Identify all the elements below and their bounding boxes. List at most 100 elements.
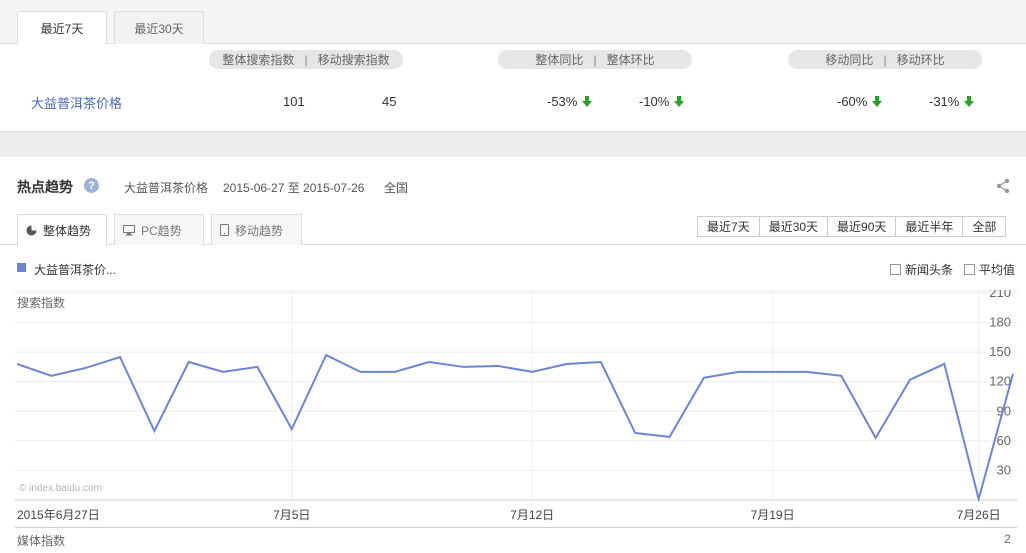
search-index-value: 101 [283,94,305,109]
media-index-label: 媒体指数 [17,534,66,548]
data-point[interactable] [289,426,295,432]
overall-yoy-value: -53% [547,94,593,109]
down-arrow-icon [582,96,593,108]
data-point[interactable] [151,428,157,434]
x-tick-label: 7月26日 [957,508,1001,522]
overall-change-header: 整体同比 | 整体环比 [498,50,692,69]
x-tick-label: 7月5日 [273,508,310,522]
data-point[interactable] [941,361,947,367]
data-point[interactable] [838,373,844,379]
data-point[interactable] [357,369,363,375]
y-tick-label: 120 [989,374,1011,389]
legend-label[interactable]: 大益普洱茶价... [34,261,116,278]
tab-mobile-trend[interactable]: 移动趋势 [211,214,302,245]
y-tick-label: 210 [989,290,1011,300]
x-tick-label: 7月19日 [751,508,795,522]
data-point[interactable] [873,435,879,441]
y-tick-label: 150 [989,344,1011,359]
time-range-group: 最近7天 最近30天 最近90天 最近半年 全部 [697,216,1007,237]
y-tick-label: 60 [997,433,1011,448]
data-point[interactable] [701,375,707,381]
header-separator: | [593,52,597,67]
data-point[interactable] [1010,371,1016,377]
data-point[interactable] [117,354,123,360]
data-point[interactable] [529,369,535,375]
watermark: © index.baidu.com [19,483,102,494]
help-icon[interactable]: ? [84,178,99,193]
data-point[interactable] [598,359,604,365]
data-point[interactable] [426,359,432,365]
range-last-30-days[interactable]: 最近30天 [758,217,827,236]
data-point[interactable] [564,361,570,367]
range-last-90-days[interactable]: 最近90天 [827,217,895,236]
checkbox-box[interactable] [964,264,975,275]
down-arrow-icon [964,96,975,108]
data-point[interactable] [907,377,913,383]
data-point[interactable] [48,373,54,379]
data-point[interactable] [735,369,741,375]
checkbox-box[interactable] [890,264,901,275]
data-point[interactable] [460,364,466,370]
data-point[interactable] [392,369,398,375]
tab-last-7-days[interactable]: 最近7天 [17,11,107,45]
data-point[interactable] [323,352,329,358]
data-point[interactable] [976,496,982,502]
data-point[interactable] [220,369,226,375]
phone-icon [220,224,229,236]
header-overall-mom: 整体环比 [606,53,655,67]
keyword-link[interactable]: 大益普洱茶价格 [31,93,122,112]
data-point[interactable] [254,364,260,370]
data-point[interactable] [186,359,192,365]
data-point[interactable] [83,365,89,371]
x-tick-label: 7月12日 [510,508,554,522]
data-point[interactable] [495,363,501,369]
series-line[interactable] [16,353,1014,503]
trend-title: 热点趋势 [17,179,73,195]
tab-mobile-trend-label: 移动趋势 [235,223,284,238]
data-point[interactable] [632,430,638,436]
mobile-change-header: 移动同比 | 移动环比 [788,50,982,69]
y-tick-label: 180 [989,315,1011,330]
tab-last-30-days[interactable]: 最近30天 [114,11,204,44]
y-axis-label: 搜索指数 [17,295,65,310]
header-mobile-yoy: 移动同比 [825,53,874,67]
trend-date-range: 2015-06-27 至 2015-07-26 [223,181,365,195]
data-point[interactable] [770,369,776,375]
average-checkbox[interactable]: 平均值 [964,261,1015,278]
data-point[interactable] [14,361,20,367]
tab-pc-trend[interactable]: PC趋势 [114,214,204,245]
media-index-row [15,527,1017,553]
media-index-value: 2 [1004,532,1011,546]
x-tick-label: 2015年6月27日 [17,508,100,522]
trend-keyword: 大益普洱茶价格 [124,181,209,195]
data-point[interactable] [804,369,810,375]
range-last-half-year[interactable]: 最近半年 [895,217,962,236]
range-last-7-days[interactable]: 最近7天 [698,217,759,236]
tab-pc-trend-label: PC趋势 [141,223,182,238]
average-checkbox-label: 平均值 [979,263,1016,277]
header-separator: | [883,52,887,67]
header-overall-yoy: 整体同比 [535,53,584,67]
overall-mom-text: -10% [639,94,670,109]
tab-overall-trend[interactable]: 整体趋势 [17,214,107,246]
y-tick-label: 30 [997,462,1011,477]
data-point[interactable] [667,434,673,440]
section-divider [0,131,1026,157]
trend-chart[interactable]: 306090120150180210 搜索指数 © index.baidu.co… [0,290,1026,526]
overall-yoy-text: -53% [547,94,578,109]
monitor-icon [123,224,135,235]
header-mobile-search-index: 移动搜索指数 [317,53,390,67]
down-arrow-icon [872,96,883,108]
tab-overall-trend-label: 整体趋势 [43,224,92,238]
mobile-yoy-value: -60% [837,94,883,109]
header-search-index: 整体搜索指数 [222,53,295,67]
pie-icon [26,225,37,236]
share-icon[interactable] [996,178,1010,197]
mobile-mom-value: -31% [929,94,975,109]
news-checkbox[interactable]: 新闻头条 [890,261,953,278]
range-all[interactable]: 全部 [962,217,1005,236]
header-separator: | [304,52,308,67]
header-mobile-mom: 移动环比 [896,53,945,67]
search-index-header: 整体搜索指数 | 移动搜索指数 [209,50,403,69]
overall-mom-value: -10% [639,94,685,109]
